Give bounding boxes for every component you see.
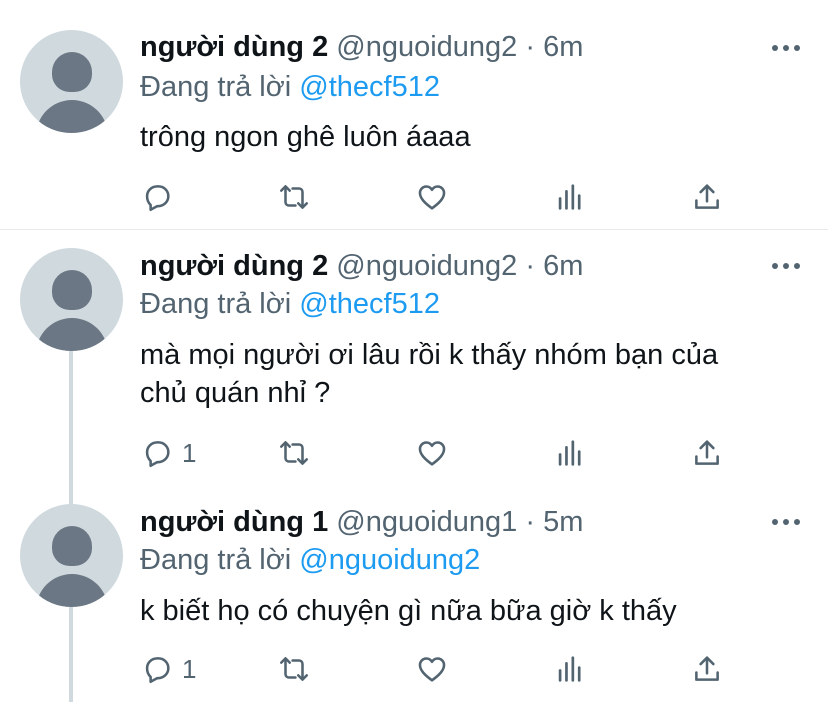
action-bar (0, 177, 828, 217)
like-button[interactable] (415, 177, 449, 217)
share-button[interactable] (690, 649, 724, 689)
action-bar: 1 (0, 433, 828, 473)
retweet-icon (277, 652, 311, 686)
display-name[interactable]: người dùng 2 (140, 31, 328, 63)
share-icon (690, 652, 724, 686)
tweet-text: trông ngon ghê luôn áaaa (140, 121, 471, 153)
avatar[interactable] (20, 248, 123, 351)
mention-link[interactable]: @thecf512 (299, 288, 440, 320)
separator-dot: · (525, 31, 536, 63)
heart-icon (415, 436, 449, 470)
tweet-text: k biết họ có chuyện gì nữa bữa giờ k thấ… (140, 595, 677, 627)
share-button[interactable] (690, 433, 724, 473)
heart-icon (415, 652, 449, 686)
reply-button[interactable] (140, 177, 182, 217)
share-icon (690, 436, 724, 470)
share-icon (690, 180, 724, 214)
analytics-icon (553, 652, 587, 686)
retweet-icon (277, 180, 311, 214)
tweet-item[interactable]: người dùng 2 @nguoidung2 · 6m Đang trả l… (0, 230, 828, 490)
retweet-button[interactable] (277, 649, 311, 689)
display-name[interactable]: người dùng 1 (140, 506, 328, 538)
timestamp[interactable]: 6m (543, 31, 583, 63)
like-button[interactable] (415, 649, 449, 689)
retweet-button[interactable] (277, 177, 311, 217)
heart-icon (415, 180, 449, 214)
replying-to-label: Đang trả lời (140, 288, 292, 320)
analytics-button[interactable] (553, 177, 587, 217)
reply-icon (140, 180, 174, 214)
avatar[interactable] (20, 30, 123, 133)
analytics-button[interactable] (553, 433, 587, 473)
reply-button[interactable]: 1 (140, 649, 196, 689)
reply-icon (140, 652, 174, 686)
reply-count: 1 (182, 437, 197, 468)
replying-to: Đang trả lời @thecf512 (140, 69, 440, 105)
tweet-header: người dùng 1 @nguoidung1 · 5m (140, 504, 583, 540)
separator-dot: · (525, 506, 536, 538)
replying-to-label: Đang trả lời (140, 71, 292, 103)
more-options-button[interactable] (772, 261, 800, 271)
user-handle[interactable]: @nguoidung1 (336, 506, 517, 538)
avatar[interactable] (20, 504, 123, 607)
replying-to: Đang trả lời @nguoidung2 (140, 542, 480, 578)
replying-to: Đang trả lời @thecf512 (140, 286, 440, 322)
reply-count: 1 (182, 653, 197, 684)
analytics-icon (553, 180, 587, 214)
reply-icon (140, 436, 174, 470)
tweet-item[interactable]: người dùng 2 @nguoidung2 · 6m Đang trả l… (0, 0, 828, 229)
timestamp[interactable]: 6m (543, 250, 583, 282)
display-name[interactable]: người dùng 2 (140, 250, 328, 282)
tweet-text-line: mà mọi người ơi lâu rồi k thấy nhóm bạn … (140, 339, 719, 371)
timestamp[interactable]: 5m (543, 506, 583, 538)
reply-button[interactable]: 1 (140, 433, 196, 473)
tweet-text: mà mọi người ơi lâu rồi k thấy nhóm bạn … (140, 336, 810, 412)
mention-link[interactable]: @thecf512 (299, 71, 440, 103)
action-bar: 1 (0, 649, 828, 689)
like-button[interactable] (415, 433, 449, 473)
more-options-button[interactable] (772, 517, 800, 527)
replying-to-label: Đang trả lời (140, 544, 292, 576)
tweet-text-line: chủ quán nhỉ ? (140, 377, 331, 409)
analytics-icon (553, 436, 587, 470)
user-handle[interactable]: @nguoidung2 (336, 250, 517, 282)
tweet-header: người dùng 2 @nguoidung2 · 6m (140, 248, 583, 284)
separator-dot: · (525, 250, 536, 282)
analytics-button[interactable] (553, 649, 587, 689)
tweet-header: người dùng 2 @nguoidung2 · 6m (140, 29, 583, 65)
tweet-item[interactable]: người dùng 1 @nguoidung1 · 5m Đang trả l… (0, 490, 828, 701)
share-button[interactable] (690, 177, 724, 217)
mention-link[interactable]: @nguoidung2 (299, 544, 480, 576)
user-handle[interactable]: @nguoidung2 (336, 31, 517, 63)
retweet-button[interactable] (277, 433, 311, 473)
more-options-button[interactable] (772, 43, 800, 53)
retweet-icon (277, 436, 311, 470)
